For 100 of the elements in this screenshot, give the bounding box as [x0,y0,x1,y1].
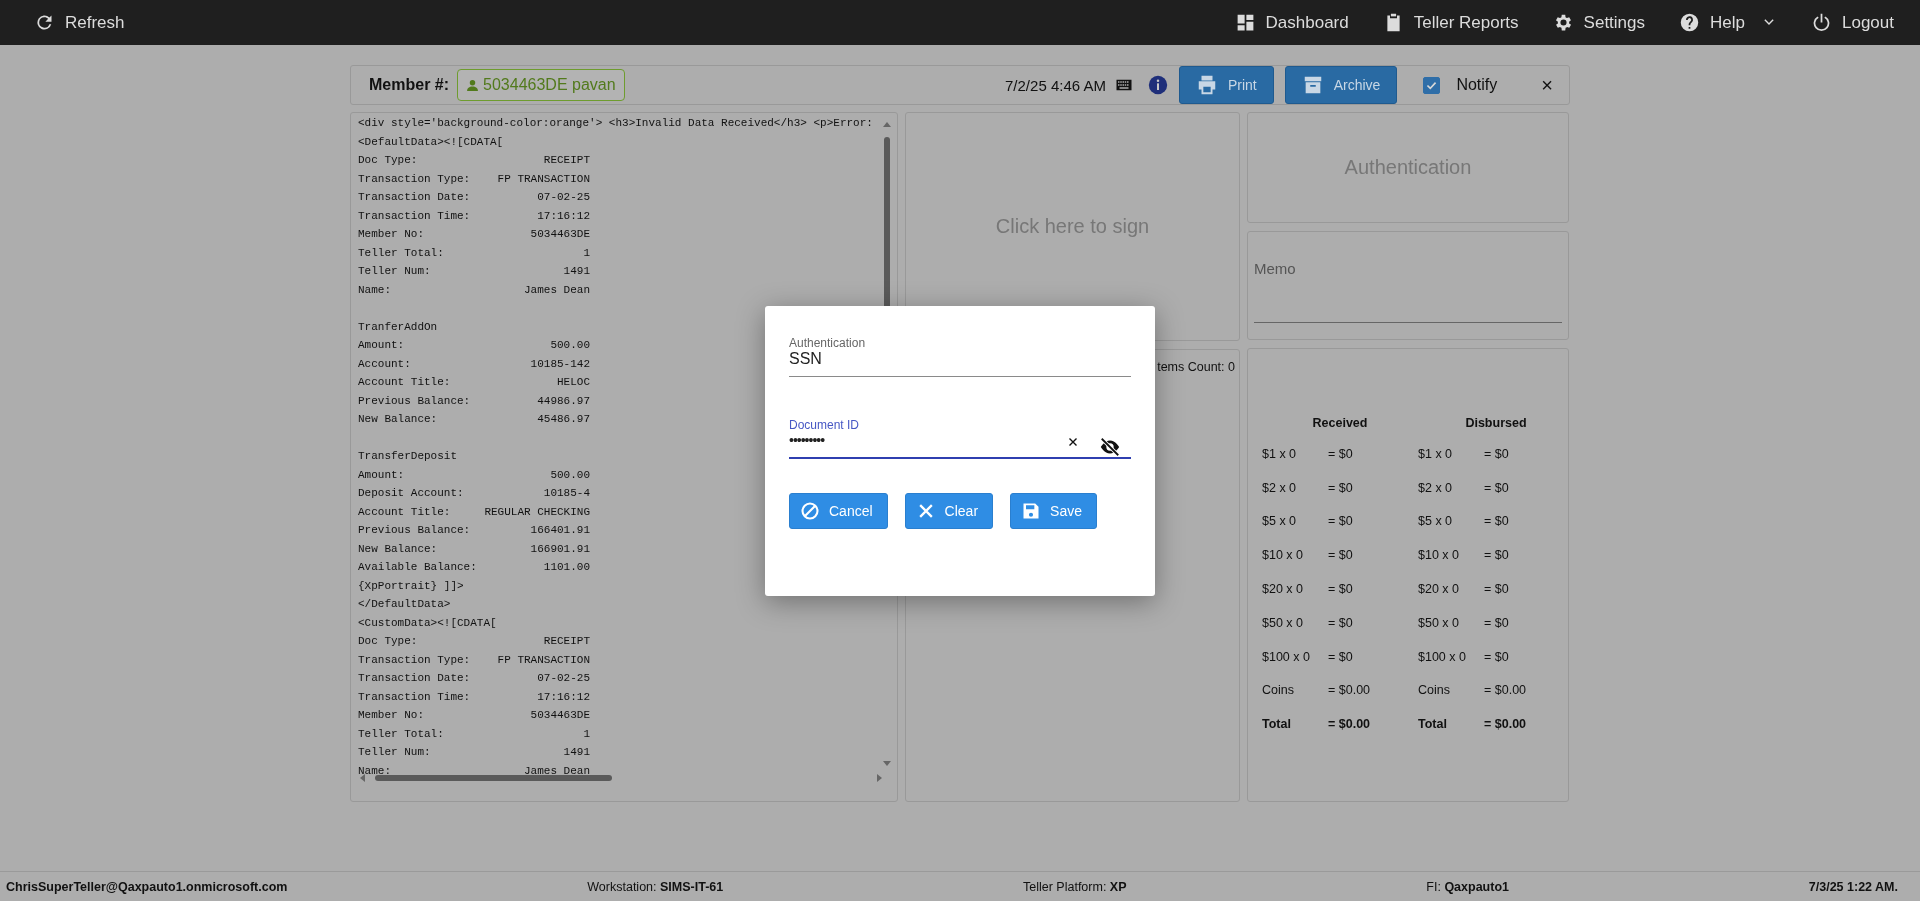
cash-cell-text: $100 x 0 [1418,649,1467,664]
receipt-value: 1 [583,726,590,742]
receipt-value: 500.00 [550,467,590,483]
receipt-label: Doc Type: [358,153,418,168]
receipt-value: 45486.97 [537,412,590,427]
status-item: 7/3/25 1:22 AM. [1808,879,1898,894]
clear-field-button[interactable] [1067,436,1079,448]
receipt-label: Transaction Type: [358,652,471,668]
receipt-value: James Dean [524,282,590,298]
cash-cell-text: $50 x 0 [1418,615,1460,630]
cash-cell-text: = $0 [1484,649,1510,664]
header-button[interactable]: Print [1178,66,1274,104]
receipt-line: {XpPortrait} ]]> [358,578,464,594]
receipt-value: 07-02-25 [537,671,590,686]
status-item: FI: Qaxpauto1 [1426,879,1509,894]
receipt-value: 1 [583,245,590,261]
receipt-label: Transaction Date: [358,671,471,686]
cash-cell-text: = $0.00 [1484,717,1528,732]
nav-link[interactable]: Dashboard [1234,12,1349,33]
receipt-value: RECEIPT [543,153,590,168]
receipt-label: Name: [358,763,391,779]
cash-cell-text: = $0 [1484,615,1510,630]
receipt-label: Transaction Time: [358,689,471,705]
receipt-label: Account Title: [358,375,451,390]
receipt-label: Teller Total: [358,726,444,742]
receipt-label: Member No: [358,708,424,723]
receipt-value: 1491 [563,264,590,279]
person-icon [466,78,480,92]
help-icon [1679,12,1701,33]
cash-cell-text: = $0 [1484,514,1510,529]
receipt-value: 1101.00 [543,560,590,575]
dialog-field[interactable]: Authentication SSN [789,336,1131,377]
dialog-field[interactable]: Document ID ••••••••• [789,418,1131,459]
receipt-value: 5034463DE [530,708,590,723]
cash-cell-text: Coins [1418,683,1451,698]
items-count: tems Count: 0 [1157,360,1235,374]
receipt-label: New Balance: [358,412,438,427]
receipt-label: Teller Total: [358,245,444,261]
cash-cell-text: = $0 [1328,548,1354,563]
status-item: Teller Platform: XP [1023,879,1127,894]
receipt-label: Previous Balance: [358,523,471,538]
receipt-value: 1491 [563,745,590,760]
receipt-label: Account: [358,356,411,372]
receipt-label: Available Balance: [358,560,477,575]
visibility-toggle[interactable] [1099,436,1121,458]
cash-cell-text: = $0.00 [1328,717,1372,732]
cash-cell-text: $2 x 0 [1418,480,1454,495]
cash-cell-text: = $0 [1328,446,1354,461]
receipt-value: 166401.91 [530,523,590,538]
power-icon [1811,12,1832,33]
cash-cell-text: = $0 [1484,548,1510,563]
receipt-value: 10185-4 [543,486,590,501]
cash-cell-text: $20 x 0 [1418,582,1460,597]
notify-checkbox[interactable] [1423,76,1441,94]
receipt-line: <div style='background-color:orange'> <h3>Invalid Data Received</h3> <p>Error: [358,116,873,131]
cash-cell-text: $10 x 0 [1262,548,1304,563]
nav-link[interactable]: Help [1679,12,1777,33]
cash-cell-text: $5 x 0 [1418,514,1454,529]
receipt-value: 166901.91 [530,541,590,557]
column-header: Received [1311,416,1369,430]
status-item: ChrisSuperTeller@Qaxpauto1.onmicrosoft.com [6,879,288,894]
cash-cell-text: = $0.00 [1328,683,1372,698]
nav-link[interactable]: Settings [1552,12,1646,33]
receipt-value: 500.00 [550,338,590,353]
nav-link[interactable]: Teller Reports [1382,12,1519,33]
cash-cell-text: $2 x 0 [1262,480,1298,495]
header-button[interactable]: Archive [1284,66,1398,104]
receipt-label: Account Title: [358,504,451,520]
cancel-icon [800,501,820,521]
nav-link[interactable]: Refresh [34,12,125,33]
cash-cell-text: $50 x 0 [1262,615,1304,630]
receipt-label: Name: [358,282,391,298]
nav-link[interactable]: Logout [1811,12,1894,33]
receipt-line: </DefaultData> [358,597,451,612]
receipt-value: RECEIPT [543,634,590,649]
receipt-value: FP TRANSACTION [497,652,590,668]
receipt-line: <CustomData><![CDATA[ [358,615,497,631]
cash-cell-text: Total [1418,717,1448,732]
member-label: Member #: [369,76,450,94]
receipt-label: Doc Type: [358,634,418,649]
receipt-label: New Balance: [358,541,438,557]
receipt-label: Teller Num: [358,745,431,760]
cash-cell-text: = $0 [1328,514,1354,529]
receipt-value: 44986.97 [537,393,590,409]
cash-cell-text: = $0 [1328,582,1354,597]
close-button[interactable]: × [1535,73,1559,97]
receipt-label: Amount: [358,467,405,483]
cash-cell-text: = $0 [1484,480,1510,495]
info-icon [1147,75,1168,95]
receipt-value: FP TRANSACTION [497,171,590,187]
receipt-label: Previous Balance: [358,393,471,409]
receipt-value: 5034463DE [530,227,590,242]
receipt-line: TranferAddOn [358,319,438,335]
cash-cell-text: $20 x 0 [1262,582,1304,597]
receipt-value: HELOC [557,375,590,390]
receipt-label: Amount: [358,338,405,353]
receipt-value: 07-02-25 [537,190,590,205]
cash-cell-text: $100 x 0 [1262,649,1311,664]
cash-cell-text: = $0 [1484,582,1510,597]
cash-cell-text: $5 x 0 [1262,514,1298,529]
